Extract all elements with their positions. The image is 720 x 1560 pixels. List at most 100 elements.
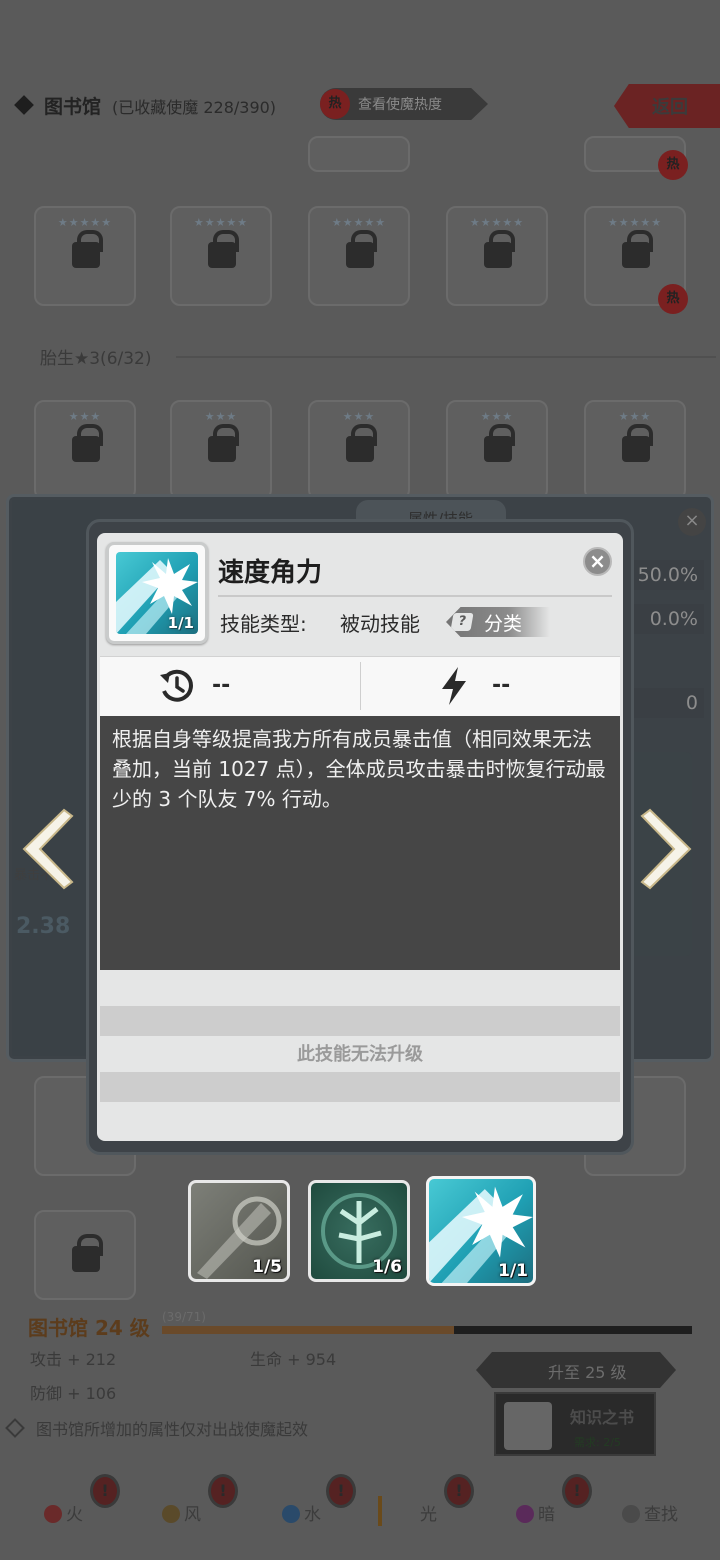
skill-tab-2[interactable]: 1/6 [308, 1180, 410, 1282]
cannot-upgrade-text: 此技能无法升级 [297, 1044, 423, 1065]
locked-tile[interactable]: ★★★ [584, 400, 686, 500]
alert-badge: ! [90, 1474, 120, 1508]
fire-icon [44, 1505, 62, 1523]
locked-tile[interactable] [34, 1210, 136, 1300]
locked-tile[interactable]: ★★★ [446, 400, 548, 500]
defense-bonus: 防御 + 106 [30, 1384, 117, 1403]
stat-value: 0 [628, 688, 704, 718]
light-icon [398, 1505, 416, 1523]
lightning-icon [442, 667, 466, 705]
wind-icon [162, 1505, 180, 1523]
page-title: 图书馆 [44, 96, 102, 118]
locked-tile[interactable] [308, 136, 410, 172]
hp-bonus: 生命 + 954 [250, 1350, 337, 1369]
panel-close-button[interactable]: × [678, 508, 706, 536]
locked-tile[interactable]: ★★★★★ [170, 206, 272, 306]
locked-tile[interactable]: ★★★ [170, 400, 272, 500]
element-filter-nav: ! ! ! ! ! 火 风 水 光 暗 查找 [0, 1474, 720, 1542]
skill-description: 根据自身等级提高我方所有成员暴击值（相同效果无法叠加，当前 1027 点），全体… [112, 727, 606, 811]
lock-icon [622, 230, 653, 268]
section-label: 胎生★3(6/32) [40, 349, 152, 369]
cooldown-icon [160, 669, 193, 702]
library-progress-text: (39/71) [162, 1310, 206, 1324]
section-divider [176, 356, 716, 358]
skill-name: 速度角力 [218, 558, 323, 588]
book-requirement: 需求: 2/5 [574, 1436, 621, 1449]
close-dialog-button[interactable]: × [583, 547, 612, 576]
skill-level: 1/1 [167, 614, 194, 632]
hot-badge: 热 [320, 89, 350, 119]
stats-divider [360, 662, 361, 710]
view-hotness-button[interactable]: 热 查看使魔热度 [320, 88, 488, 120]
skill-tab-1[interactable]: 1/5 [188, 1180, 290, 1282]
dark-icon [516, 1505, 534, 1523]
alert-badge: ! [444, 1474, 474, 1508]
upgrade-stripe [100, 1006, 620, 1036]
cooldown-value: -- [212, 673, 231, 698]
alert-badge: ! [562, 1474, 592, 1508]
lock-icon [484, 230, 515, 268]
previous-arrow-button[interactable] [14, 806, 74, 892]
alert-badge: ! [208, 1474, 238, 1508]
chevron-left-icon [22, 808, 74, 890]
energy-value: -- [492, 673, 511, 698]
lock-icon [622, 424, 653, 462]
nav-item-water[interactable]: 水 [282, 1500, 321, 1525]
locked-tile[interactable]: ★★★★★ [446, 206, 548, 306]
title-divider [218, 595, 612, 597]
stat-value: 0.0% [628, 604, 704, 634]
lock-icon [346, 230, 377, 268]
skill-tab-3-selected[interactable]: 1/1 [426, 1176, 536, 1286]
locked-tile[interactable]: ★★★ [34, 400, 136, 500]
lock-icon [346, 424, 377, 462]
lock-icon [208, 230, 239, 268]
skill-tab-level: 1/5 [252, 1257, 282, 1277]
nav-item-wind[interactable]: 风 [162, 1500, 201, 1525]
knowledge-book-item[interactable]: 知识之书 需求: 2/5 [494, 1392, 656, 1456]
next-arrow-button[interactable] [640, 806, 700, 892]
diamond-icon [5, 1418, 25, 1438]
category-button[interactable]: ? 分类 [446, 607, 550, 637]
library-level: 图书馆 24 级 [28, 1316, 150, 1340]
lock-icon [72, 424, 103, 462]
skill-tab-level: 1/6 [372, 1257, 402, 1277]
diamond-icon [14, 95, 34, 115]
skill-type-label: 技能类型: [220, 612, 307, 636]
library-progress-bar [162, 1326, 692, 1334]
lock-icon [72, 1234, 103, 1272]
nav-item-search[interactable]: 查找 [622, 1500, 678, 1525]
locked-tile[interactable]: ★★★ [308, 400, 410, 500]
upgrade-stripe [100, 1072, 620, 1102]
skill-icon-frame: 1/1 [106, 542, 208, 644]
category-label: 分类 [484, 613, 523, 635]
lock-icon [208, 424, 239, 462]
selected-indicator [378, 1496, 382, 1526]
upgrade-library-button[interactable]: 升至 25 级 [476, 1352, 676, 1388]
attack-bonus: 攻击 + 212 [30, 1350, 117, 1369]
attack-value: 2.38 [16, 914, 71, 939]
lock-icon [484, 424, 515, 462]
library-notice: 图书馆所增加的属性仅对出战使魔起效 [5, 1416, 308, 1440]
locked-tile[interactable]: ★★★★★ [34, 206, 136, 306]
locked-tile[interactable]: ★★★★★ [308, 206, 410, 306]
chevron-right-icon [640, 808, 692, 890]
skill-description-box: 根据自身等级提高我方所有成员暴击值（相同效果无法叠加，当前 1027 点），全体… [100, 716, 620, 970]
skill-tab-level: 1/1 [498, 1261, 528, 1281]
library-progress-fill [162, 1326, 454, 1334]
top-bar: 图书馆 (已收藏使魔 228/390) 热 查看使魔热度 返回 [0, 78, 720, 136]
back-button[interactable]: 返回 [614, 84, 720, 128]
stat-value: 50.0% [628, 560, 704, 590]
nav-item-dark[interactable]: 暗 [516, 1500, 555, 1525]
back-label: 返回 [652, 97, 688, 118]
hot-badge: 热 [658, 150, 688, 180]
book-name: 知识之书 [570, 1408, 635, 1427]
hot-badge: 热 [658, 284, 688, 314]
nav-item-light[interactable]: 光 [398, 1500, 437, 1525]
speed-burst-icon: 1/1 [116, 552, 198, 634]
skill-type-value: 被动技能 [340, 612, 420, 636]
view-hotness-label: 查看使魔热度 [358, 97, 442, 113]
water-icon [282, 1505, 300, 1523]
alert-badge: ! [326, 1474, 356, 1508]
collected-count: (已收藏使魔 228/390) [112, 98, 277, 117]
nav-item-fire[interactable]: 火 [44, 1500, 83, 1525]
